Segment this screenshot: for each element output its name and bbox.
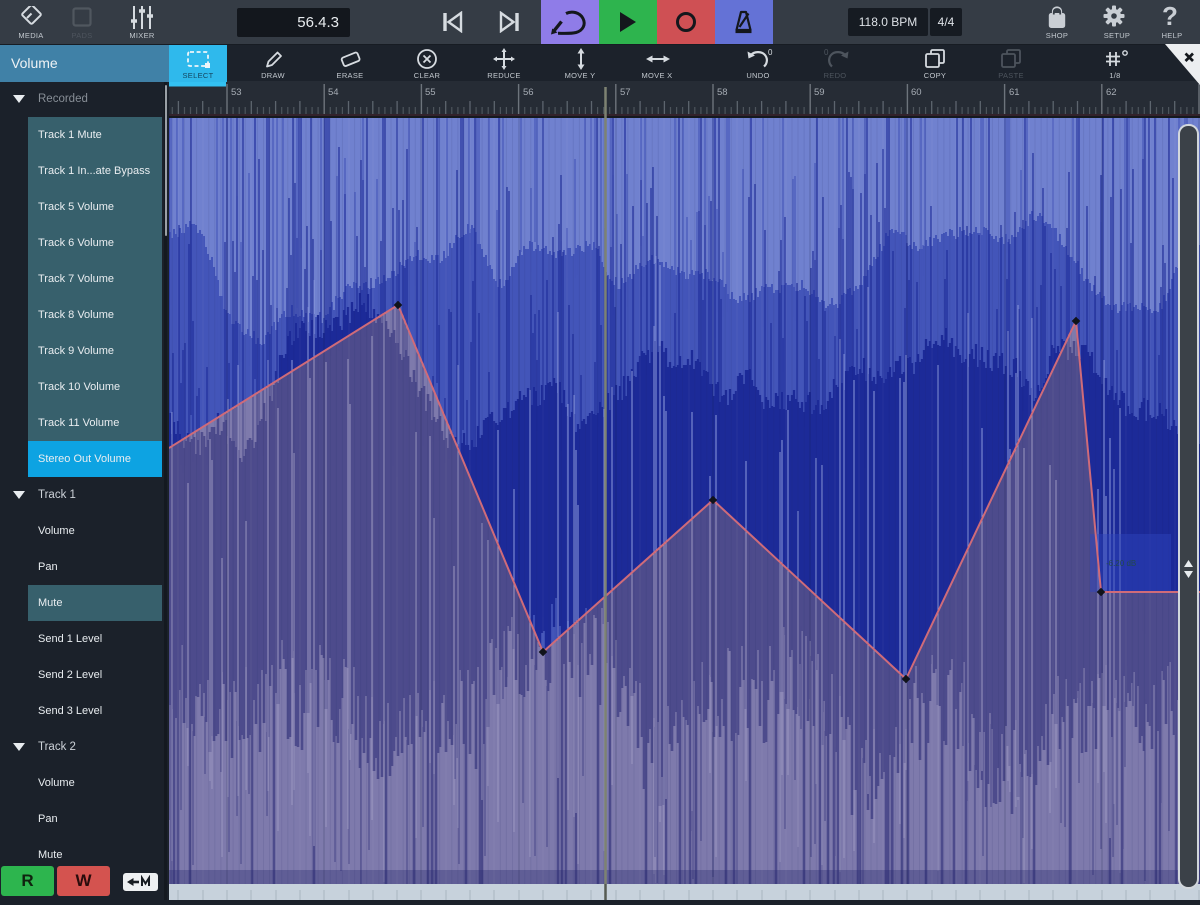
svg-text:57: 57	[620, 87, 631, 98]
svg-text:0: 0	[768, 48, 773, 57]
svg-text:-6.20 dB: -6.20 dB	[1106, 559, 1136, 568]
svg-text:61: 61	[1009, 87, 1020, 98]
svg-text:58: 58	[717, 87, 728, 98]
svg-text:60: 60	[911, 87, 922, 98]
svg-text:0: 0	[824, 48, 829, 57]
svg-text:53: 53	[231, 87, 242, 98]
svg-text:55: 55	[425, 87, 436, 98]
svg-text:62: 62	[1106, 87, 1117, 98]
svg-text:56: 56	[523, 87, 534, 98]
svg-text:59: 59	[814, 87, 825, 98]
svg-text:54: 54	[328, 87, 339, 98]
